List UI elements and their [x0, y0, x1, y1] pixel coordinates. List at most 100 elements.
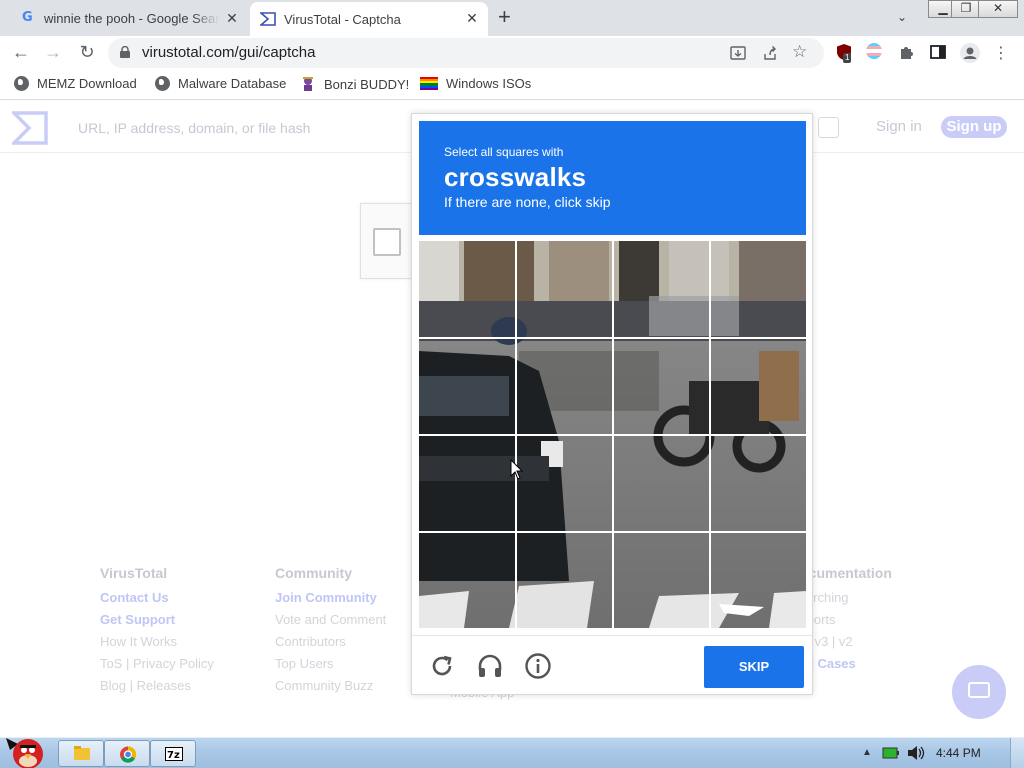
prompt-target: crosswalks: [444, 162, 587, 192]
bookmarks-bar: MEMZ Download Malware Database Bonzi BUD…: [0, 70, 1024, 100]
chat-bubble-icon: [968, 682, 990, 698]
footer-link[interactable]: ToS | Privacy Policy: [100, 656, 214, 678]
bookmark-windows-isos[interactable]: Windows ISOs: [420, 76, 531, 91]
more-menu-icon[interactable]: ⋮: [990, 43, 1012, 63]
captcha-tile[interactable]: [419, 241, 515, 337]
captcha-tile[interactable]: [516, 338, 612, 434]
install-app-icon[interactable]: [730, 45, 746, 61]
tab-strip: G winnie the pooh - Google Search ✕ Viru…: [0, 0, 1024, 36]
lock-icon[interactable]: [120, 46, 130, 58]
captcha-tile[interactable]: [710, 435, 806, 531]
captcha-tile[interactable]: [613, 338, 709, 434]
grid-divider: [419, 337, 806, 339]
captcha-tile[interactable]: [613, 435, 709, 531]
back-arrow-icon[interactable]: ←: [10, 42, 32, 63]
show-hidden-icons-icon[interactable]: ▲: [862, 747, 872, 758]
search-input[interactable]: URL, IP address, domain, or file hash: [78, 120, 310, 136]
captcha-tile[interactable]: [710, 338, 806, 434]
captcha-tile[interactable]: [419, 435, 515, 531]
reload-icon[interactable]: ↻: [76, 42, 98, 63]
captcha-tile[interactable]: [613, 532, 709, 628]
battery-icon[interactable]: [882, 746, 900, 760]
address-bar[interactable]: virustotal.com/gui/captcha ☆: [108, 38, 824, 68]
start-angry-bird-icon[interactable]: [4, 730, 48, 768]
captcha-checkbox[interactable]: [373, 228, 401, 256]
footer-link[interactable]: Join Community: [275, 590, 386, 612]
bookmark-memz[interactable]: MEMZ Download: [14, 76, 137, 91]
captcha-tile[interactable]: [419, 338, 515, 434]
show-desktop-button[interactable]: [1010, 738, 1024, 768]
sign-in-link[interactable]: Sign in: [876, 118, 922, 135]
taskbar: 7z ▲ 4:44 PM: [0, 737, 1024, 768]
extension-badge: 1: [843, 53, 852, 63]
footer-link[interactable]: Vote and Comment: [275, 612, 386, 634]
bookmark-bonzi-buddy[interactable]: Bonzi BUDDY!: [300, 76, 409, 92]
tab-title: VirusTotal - Captcha: [284, 11, 401, 27]
virustotal-logo-icon[interactable]: [12, 111, 48, 145]
footer-link[interactable]: How It Works: [100, 634, 214, 656]
prompt-subtext: If there are none, click skip: [444, 194, 611, 210]
tab-title: winnie the pooh - Google Search: [44, 10, 219, 26]
skip-button[interactable]: SKIP: [704, 646, 804, 688]
captcha-challenge: Select all squares with crosswalks If th…: [411, 113, 813, 695]
ublock-extension-icon[interactable]: 1: [835, 43, 853, 63]
taskbar-7zip-button[interactable]: 7z: [150, 740, 196, 767]
globe-icon: [14, 76, 29, 91]
captcha-tile[interactable]: [710, 241, 806, 337]
captcha-tile[interactable]: [613, 241, 709, 337]
tab-google-search[interactable]: G winnie the pooh - Google Search ✕: [8, 2, 248, 34]
taskbar-clock[interactable]: 4:44 PM: [936, 746, 981, 760]
new-tab-plus-icon[interactable]: +: [498, 6, 511, 28]
captcha-tile[interactable]: [419, 532, 515, 628]
virustotal-icon: [260, 12, 276, 26]
taskbar-chrome-button[interactable]: [104, 740, 150, 767]
captcha-image-grid: [419, 241, 806, 628]
restore-button[interactable]: ❐: [951, 0, 981, 18]
svg-text:7z: 7z: [167, 750, 180, 761]
mouse-cursor-icon: [510, 459, 524, 480]
captcha-footer: SKIP: [412, 635, 812, 695]
captcha-tile[interactable]: [516, 532, 612, 628]
close-tab-icon[interactable]: ✕: [464, 10, 480, 27]
captcha-tile[interactable]: [710, 532, 806, 628]
trans-flag-extension-icon[interactable]: [866, 43, 884, 61]
sign-up-button[interactable]: Sign up: [941, 116, 1007, 138]
bookmark-malware-database[interactable]: Malware Database: [155, 76, 286, 91]
upload-icon[interactable]: [818, 117, 839, 138]
bookmark-label: MEMZ Download: [37, 76, 137, 91]
footer-link[interactable]: Contact Us: [100, 590, 214, 612]
volume-icon[interactable]: [906, 745, 926, 761]
grid-divider: [419, 531, 806, 533]
extensions-puzzle-icon[interactable]: [898, 43, 916, 61]
chevron-down-icon[interactable]: ⌄: [897, 10, 907, 24]
share-icon[interactable]: [762, 45, 778, 61]
footer-link[interactable]: Top Users: [275, 656, 386, 678]
footer-link[interactable]: Community Buzz: [275, 678, 386, 700]
footer-link[interactable]: Blog | Releases: [100, 678, 214, 700]
footer-link[interactable]: Contributors: [275, 634, 386, 656]
bookmark-star-icon[interactable]: ☆: [792, 42, 807, 62]
tab-virustotal[interactable]: VirusTotal - Captcha ✕: [250, 2, 488, 36]
chat-button[interactable]: [952, 665, 1006, 719]
audio-headphones-icon[interactable]: [476, 652, 504, 680]
forward-arrow-icon[interactable]: →: [42, 42, 64, 63]
taskbar-explorer-button[interactable]: [58, 740, 104, 767]
url-text[interactable]: virustotal.com/gui/captcha: [142, 44, 315, 61]
footer-heading: VirusTotal: [100, 565, 168, 581]
close-tab-icon[interactable]: ✕: [224, 10, 240, 27]
footer-heading: Community: [275, 565, 352, 581]
captcha-tile[interactable]: [516, 435, 612, 531]
bookmark-label: Windows ISOs: [446, 76, 532, 91]
profile-avatar-icon[interactable]: [960, 43, 980, 63]
side-panel-icon[interactable]: [929, 43, 947, 61]
info-icon[interactable]: [524, 652, 552, 680]
refresh-icon[interactable]: [428, 652, 456, 680]
footer-link[interactable]: Get Support: [100, 612, 214, 634]
captcha-tile[interactable]: [516, 241, 612, 337]
rainbow-flag-icon: [420, 76, 438, 91]
close-window-button[interactable]: ✕: [978, 0, 1018, 18]
footer-col-community: Community Join Community Vote and Commen…: [275, 565, 386, 700]
prompt-instruction: Select all squares with: [444, 145, 564, 159]
globe-icon: [155, 76, 170, 91]
captcha-checkbox-widget: [360, 203, 416, 279]
